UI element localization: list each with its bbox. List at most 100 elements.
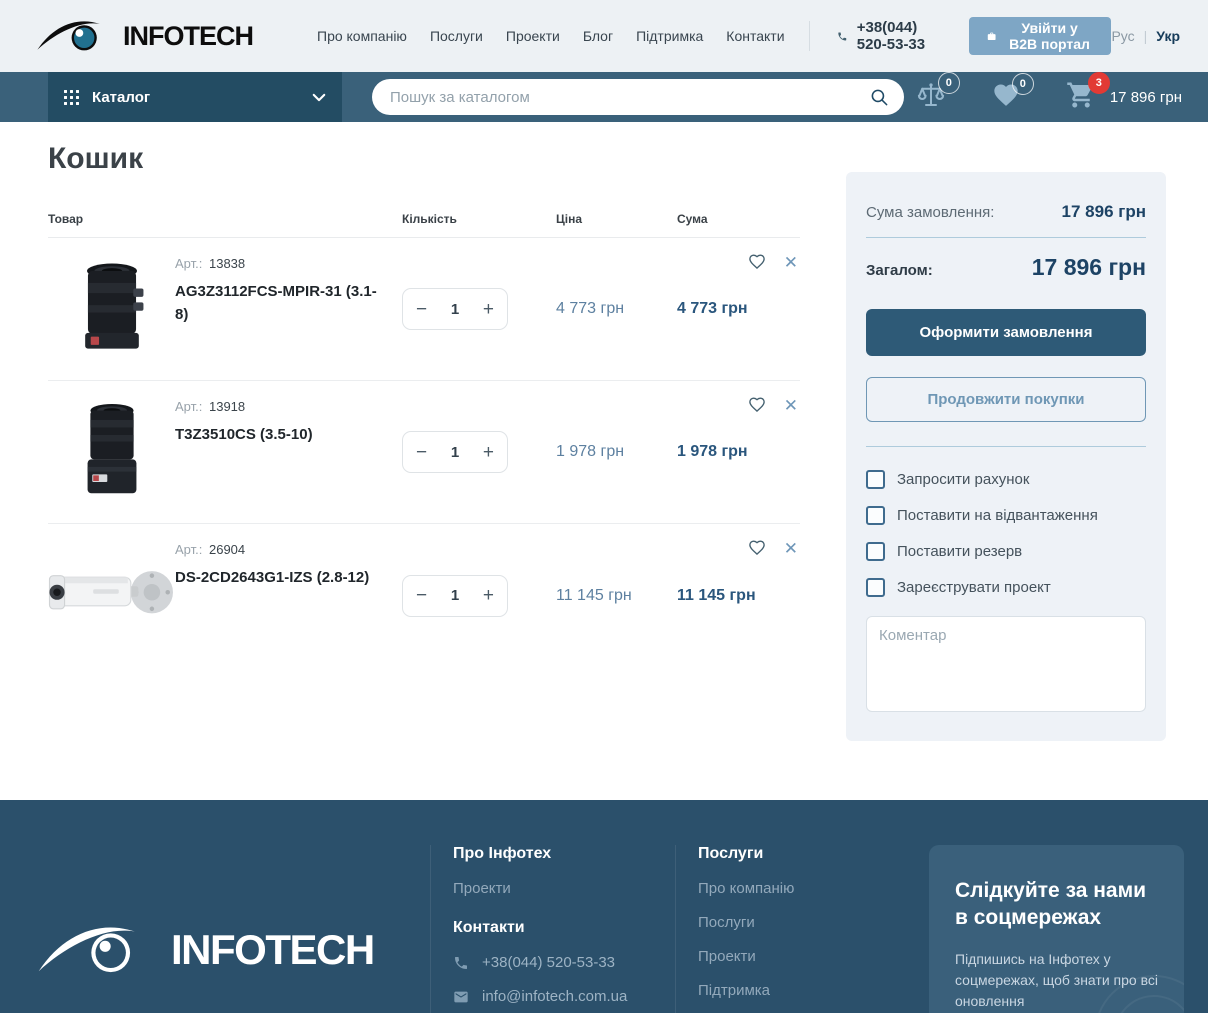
- footer-link-support[interactable]: Підтримка: [698, 982, 925, 999]
- option-set-reserve[interactable]: Поставити резерв: [866, 542, 1146, 561]
- cart-button[interactable]: 3 17 896 грн: [1066, 80, 1182, 115]
- b2b-login-button[interactable]: Увійти у B2B портал: [969, 17, 1111, 55]
- chevron-down-icon: [312, 93, 326, 102]
- checkout-button[interactable]: Оформити замовлення: [866, 309, 1146, 356]
- option-register-project[interactable]: Зареєструвати проект: [866, 578, 1146, 597]
- compare-count-badge: 0: [938, 72, 960, 94]
- footer: INFOTECH Про Інфотех Проекти Контакти +3…: [0, 800, 1208, 1013]
- footer-logo[interactable]: INFOTECH: [35, 845, 430, 995]
- main-content: Кошик Товар Кількість Ціна Сума: [0, 122, 1208, 800]
- add-to-wishlist-button[interactable]: [747, 538, 767, 559]
- option-set-shipping[interactable]: Поставити на відвантаження: [866, 506, 1146, 525]
- add-to-wishlist-button[interactable]: [747, 395, 767, 416]
- header-action-icons: 0 0 3 17 896 грн: [916, 80, 1182, 115]
- qty-input[interactable]: [441, 301, 469, 318]
- qty-decrease-button[interactable]: −: [416, 443, 427, 462]
- qty-decrease-button[interactable]: −: [416, 300, 427, 319]
- footer-phone-link[interactable]: +38(044) 520-53-33: [453, 954, 675, 971]
- catalog-bar: Каталог: [0, 72, 1208, 122]
- row-actions: ✕: [747, 538, 798, 559]
- social-follow-card: Слідкуйте за нами в соцмережах Підпишись…: [929, 845, 1184, 1013]
- nav-blog[interactable]: Блог: [583, 28, 613, 44]
- subtotal-value: 17 896 грн: [1062, 202, 1146, 222]
- footer-about-column: Про Інфотех Проекти Контакти +38(044) 52…: [430, 845, 675, 1013]
- article-number: 13918: [209, 399, 245, 414]
- cart-page: INFOTECH Про компанію Послуги Проекти Бл…: [0, 0, 1208, 1013]
- option-request-invoice[interactable]: Запросити рахунок: [866, 470, 1146, 489]
- footer-contacts-heading: Контакти: [453, 919, 675, 937]
- subtotal-label: Сума замовлення:: [866, 204, 994, 221]
- nav-services[interactable]: Послуги: [430, 28, 483, 44]
- product-image[interactable]: [48, 558, 176, 633]
- checkbox[interactable]: [866, 578, 885, 597]
- briefcase-icon: [987, 29, 996, 44]
- footer-services-column: Послуги Про компанію Послуги Проекти Під…: [675, 845, 925, 1013]
- article-line: Арт.: 26904: [175, 542, 388, 557]
- product-name-link[interactable]: DS-2CD2643G1-IZS (2.8-12): [175, 567, 388, 590]
- article-label: Арт.:: [175, 399, 202, 414]
- quantity-stepper: − +: [402, 431, 508, 473]
- catalog-button[interactable]: Каталог: [48, 72, 342, 122]
- nav-projects[interactable]: Проекти: [506, 28, 560, 44]
- qty-increase-button[interactable]: +: [483, 586, 494, 605]
- continue-shopping-button[interactable]: Продовжити покупки: [866, 377, 1146, 422]
- product-info: Арт.: 13838 AG3Z3112FCS-MPIR-31 (3.1-8): [175, 238, 402, 326]
- col-product: Товар: [48, 212, 175, 226]
- add-to-wishlist-button[interactable]: [747, 252, 767, 273]
- product-image[interactable]: [75, 260, 149, 359]
- footer-link-services[interactable]: Послуги: [698, 914, 925, 931]
- heart-outline-icon: [747, 538, 767, 557]
- total-value: 17 896 грн: [1032, 254, 1146, 281]
- nav-contacts[interactable]: Контакти: [726, 28, 784, 44]
- checkbox[interactable]: [866, 542, 885, 561]
- checkbox[interactable]: [866, 506, 885, 525]
- qty-decrease-button[interactable]: −: [416, 586, 427, 605]
- qty-input[interactable]: [441, 587, 469, 604]
- search-button[interactable]: [860, 79, 898, 115]
- header-divider: [809, 21, 810, 51]
- brand-logo[interactable]: INFOTECH: [35, 13, 253, 59]
- qty-input[interactable]: [441, 444, 469, 461]
- search-input[interactable]: [372, 79, 904, 115]
- header-phone-number: +38(044) 520-53-33: [857, 19, 940, 53]
- article-number: 26904: [209, 542, 245, 557]
- catalog-grid-icon: [64, 90, 79, 105]
- checkbox-label: Зареєструвати проект: [897, 579, 1051, 596]
- product-name-link[interactable]: AG3Z3112FCS-MPIR-31 (3.1-8): [175, 281, 388, 326]
- comment-textarea[interactable]: [866, 616, 1146, 712]
- article-line: Арт.: 13838: [175, 256, 388, 271]
- unit-price: 4 773 грн: [552, 300, 672, 318]
- cart-icon-wrap: 3: [1066, 80, 1096, 115]
- lang-ukr[interactable]: Укр: [1156, 28, 1180, 44]
- lang-rus[interactable]: Рус: [1111, 28, 1134, 44]
- qty-increase-button[interactable]: +: [483, 300, 494, 319]
- nav-support[interactable]: Підтримка: [636, 28, 703, 44]
- line-sum: 1 978 грн: [672, 443, 800, 461]
- catalog-button-label: Каталог: [92, 89, 150, 106]
- footer-link-projects[interactable]: Проекти: [453, 880, 675, 897]
- col-sum: Сума: [672, 212, 800, 226]
- cart-row-lens-t3z: Арт.: 13918 T3Z3510CS (3.5-10) − + 1 978…: [48, 381, 800, 524]
- cart-row-camera-ds: Арт.: 26904 DS-2CD2643G1-IZS (2.8-12) − …: [48, 524, 800, 667]
- social-heading: Слідкуйте за нами в соцмережах: [955, 877, 1158, 932]
- wishlist-button[interactable]: 0: [992, 81, 1020, 114]
- remove-item-button[interactable]: ✕: [784, 540, 798, 557]
- footer-link-projects[interactable]: Проекти: [698, 948, 925, 965]
- line-sum: 11 145 грн: [672, 587, 800, 605]
- remove-item-button[interactable]: ✕: [784, 254, 798, 271]
- nav-about[interactable]: Про компанію: [317, 28, 407, 44]
- product-name-link[interactable]: T3Z3510CS (3.5-10): [175, 424, 388, 447]
- footer-email-link[interactable]: info@infotech.com.ua: [453, 988, 675, 1005]
- qty-increase-button[interactable]: +: [483, 443, 494, 462]
- compare-button[interactable]: 0: [916, 80, 946, 115]
- wishlist-count-badge: 0: [1012, 73, 1034, 95]
- footer-link-about-company[interactable]: Про компанію: [698, 880, 925, 897]
- language-switcher: Рус | Укр: [1111, 28, 1180, 44]
- subtotal-row: Сума замовлення: 17 896 грн: [866, 186, 1146, 237]
- header-phone-link[interactable]: +38(044) 520-53-33: [837, 19, 939, 53]
- order-summary-panel: Сума замовлення: 17 896 грн Загалом: 17 …: [846, 172, 1166, 741]
- product-image[interactable]: [81, 401, 143, 504]
- remove-item-button[interactable]: ✕: [784, 397, 798, 414]
- checkbox[interactable]: [866, 470, 885, 489]
- article-label: Арт.:: [175, 256, 202, 271]
